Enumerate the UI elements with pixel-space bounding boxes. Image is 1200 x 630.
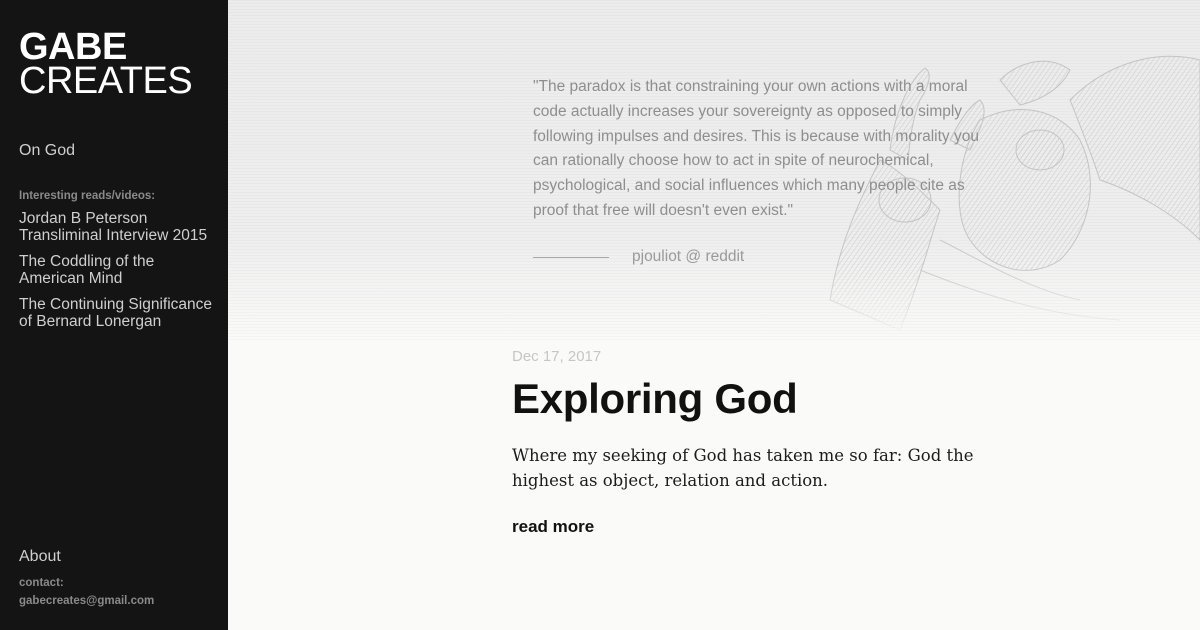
reads-list: Jordan B Peterson Transliminal Interview…: [19, 210, 219, 340]
quote-attribution: pjouliot @ reddit: [632, 248, 745, 265]
quote-divider: [533, 257, 609, 258]
reads-section-label: Interesting reads/videos:: [19, 190, 156, 202]
post-date: Dec 17, 2017: [512, 348, 602, 365]
post-title-link[interactable]: Exploring God: [512, 375, 798, 423]
reads-link-coddling-american-mind[interactable]: The Coddling of the American Mind: [19, 253, 219, 287]
logo-line-2: CREATES: [19, 60, 193, 102]
nav-link-about[interactable]: About: [19, 548, 61, 566]
post-excerpt: Where my seeking of God has taken me so …: [512, 446, 974, 490]
site-logo[interactable]: GABE CREATES: [19, 26, 193, 102]
logo-line-1: GABE: [19, 26, 127, 68]
reads-link-lonergan[interactable]: The Continuing Significance of Bernard L…: [19, 296, 219, 330]
contact-email-link[interactable]: gabecreates@gmail.com: [19, 595, 154, 607]
page: GABE CREATES On God Interesting reads/vi…: [0, 0, 1200, 630]
contact-label: contact:: [19, 577, 64, 589]
sidebar: GABE CREATES On God Interesting reads/vi…: [0, 0, 228, 630]
read-more-link[interactable]: read more: [512, 517, 594, 537]
nav-link-on-god[interactable]: On God: [19, 142, 75, 160]
featured-quote: "The paradox is that constraining your o…: [533, 78, 979, 219]
quote-hero: "The paradox is that constraining your o…: [228, 0, 1200, 340]
reads-link-peterson-interview[interactable]: Jordan B Peterson Transliminal Interview…: [19, 210, 219, 244]
